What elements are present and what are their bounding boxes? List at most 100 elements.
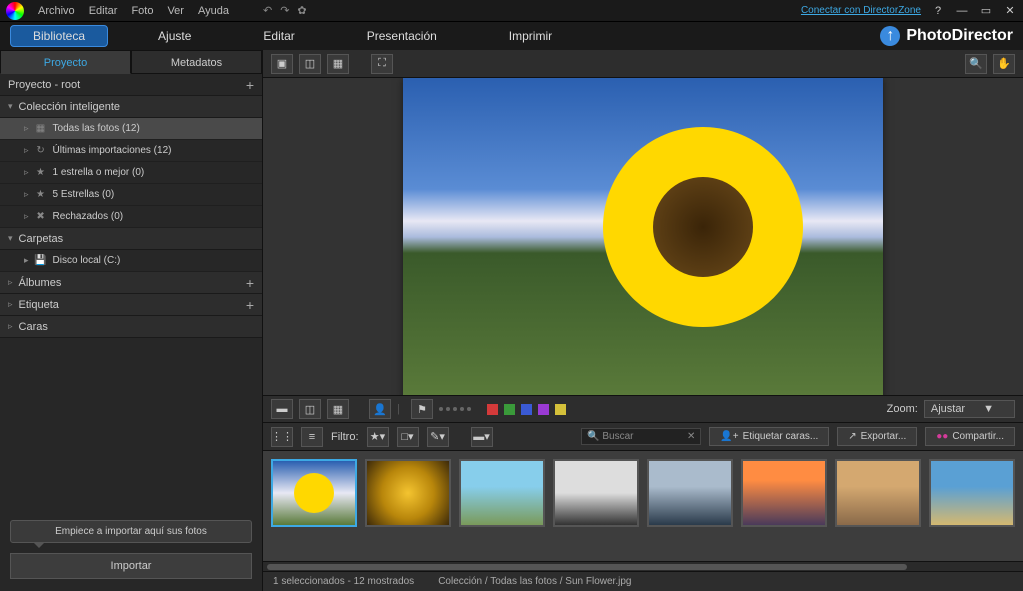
- color-label-red[interactable]: [487, 404, 498, 415]
- menu-archivo[interactable]: Archivo: [38, 5, 75, 17]
- thumbnail-6[interactable]: [741, 459, 827, 527]
- thumbnail-scrollbar[interactable]: [263, 561, 1023, 571]
- search-icon: 🔍: [587, 431, 599, 442]
- filter-star-icon[interactable]: ★▾: [367, 427, 389, 447]
- menu-ayuda[interactable]: Ayuda: [198, 5, 229, 17]
- preview-panel[interactable]: [263, 78, 1023, 395]
- star-icon: ★: [35, 167, 47, 179]
- thumbnail-5[interactable]: [647, 459, 733, 527]
- filter-flag-icon[interactable]: ✎▾: [427, 427, 449, 447]
- filter-label: Filtro:: [331, 431, 359, 443]
- undo-icon[interactable]: ↶: [263, 4, 272, 17]
- sort-icon[interactable]: ⋮⋮: [271, 427, 293, 447]
- layout-grid-icon[interactable]: ▦: [327, 399, 349, 419]
- preview-image: [403, 78, 883, 395]
- tree-item-recent-imports[interactable]: ▹ ↻ Últimas importaciones (12): [0, 140, 262, 162]
- tree-item-all-photos[interactable]: ▹ ▦ Todas las fotos (12): [0, 118, 262, 140]
- add-album-button[interactable]: +: [246, 275, 254, 291]
- section-albums[interactable]: ▹Álbumes +: [0, 272, 262, 294]
- color-label-green[interactable]: [504, 404, 515, 415]
- redo-icon[interactable]: ↷: [280, 4, 289, 17]
- tag-faces-button[interactable]: 👤+ Etiquetar caras...: [709, 427, 829, 446]
- add-project-button[interactable]: +: [246, 77, 254, 93]
- thumbnail-strip: [263, 451, 1023, 561]
- view-single-icon[interactable]: ▣: [271, 54, 293, 74]
- share-button[interactable]: ●● Compartir...: [925, 427, 1015, 446]
- layout-split-icon[interactable]: ◫: [299, 399, 321, 419]
- minimize-icon[interactable]: —: [955, 4, 969, 18]
- person-plus-icon: 👤+: [720, 431, 738, 442]
- sort-list-icon[interactable]: ≡: [301, 427, 323, 447]
- maximize-icon[interactable]: ▭: [979, 4, 993, 18]
- export-button[interactable]: ↗ Exportar...: [837, 427, 917, 446]
- face-tag-icon[interactable]: 👤: [369, 399, 391, 419]
- section-tag[interactable]: ▹Etiqueta +: [0, 294, 262, 316]
- view-split-icon[interactable]: ◫: [299, 54, 321, 74]
- module-adjust[interactable]: Ajuste: [136, 26, 213, 46]
- color-label-yellow[interactable]: [555, 404, 566, 415]
- add-tag-button[interactable]: +: [246, 297, 254, 313]
- zoom-tool-icon[interactable]: 🔍: [965, 54, 987, 74]
- help-icon[interactable]: ?: [931, 4, 945, 18]
- status-selection: 1 seleccionados - 12 mostrados: [273, 576, 414, 587]
- chevron-down-icon: ▾: [8, 101, 13, 112]
- tree: ▾Colección inteligente ▹ ▦ Todas las fot…: [0, 96, 262, 508]
- search-input[interactable]: 🔍 Buscar ✕: [581, 428, 701, 445]
- import-icon: ↻: [35, 145, 47, 157]
- rating-toolbar: ▬ ◫ ▦ 👤 | ⚑ Zoom: Ajustar▼: [263, 395, 1023, 423]
- thumbnail-4[interactable]: [553, 459, 639, 527]
- view-fullscreen-icon[interactable]: ⛶: [371, 54, 393, 74]
- module-present[interactable]: Presentación: [345, 26, 459, 46]
- module-print[interactable]: Imprimir: [487, 26, 574, 46]
- hand-tool-icon[interactable]: ✋: [993, 54, 1015, 74]
- thumbnail-7[interactable]: [835, 459, 921, 527]
- module-library[interactable]: Biblioteca: [10, 25, 108, 47]
- color-label-purple[interactable]: [538, 404, 549, 415]
- tree-item-local-disk[interactable]: ▸ 💾 Disco local (C:): [0, 250, 262, 272]
- layout-single-icon[interactable]: ▬: [271, 399, 293, 419]
- sidebar: Proyecto Metadatos Proyecto - root + ▾Co…: [0, 50, 263, 591]
- tab-proyecto[interactable]: Proyecto: [0, 50, 131, 74]
- export-icon: ↗: [848, 431, 856, 442]
- tree-item-rejected[interactable]: ▹ ✖ Rechazados (0): [0, 206, 262, 228]
- filter-label-icon[interactable]: □▾: [397, 427, 419, 447]
- clear-search-icon[interactable]: ✕: [687, 431, 695, 442]
- import-button[interactable]: Importar: [10, 553, 252, 579]
- thumbnail-1[interactable]: [271, 459, 357, 527]
- view-grid-icon[interactable]: ▦: [327, 54, 349, 74]
- module-edit[interactable]: Editar: [241, 26, 316, 46]
- section-faces[interactable]: ▹Caras: [0, 316, 262, 338]
- gear-icon[interactable]: ✿: [297, 4, 306, 17]
- close-icon[interactable]: ✕: [1003, 4, 1017, 18]
- scrollbar-thumb[interactable]: [267, 564, 907, 570]
- rating-stars[interactable]: [439, 407, 471, 411]
- filter-stack-icon[interactable]: ▬▾: [471, 427, 493, 447]
- disk-icon: 💾: [35, 255, 47, 267]
- section-folders[interactable]: ▾Carpetas: [0, 228, 262, 250]
- import-hint-tooltip: Empiece a importar aquí sus fotos: [10, 520, 252, 543]
- tree-item-five-stars[interactable]: ▹ ★ 5 Estrellas (0): [0, 184, 262, 206]
- tab-metadatos[interactable]: Metadatos: [131, 50, 262, 74]
- menu-ver[interactable]: Ver: [167, 5, 184, 17]
- brand-text: PhotoDirector: [906, 27, 1013, 45]
- chevron-right-icon: ▹: [24, 189, 29, 200]
- status-bar: 1 seleccionados - 12 mostrados Colección…: [263, 571, 1023, 591]
- flag-icon[interactable]: ⚑: [411, 399, 433, 419]
- project-header: Proyecto - root +: [0, 74, 262, 96]
- menu-editar[interactable]: Editar: [89, 5, 118, 17]
- connect-directorzone-link[interactable]: Conectar con DirectorZone: [801, 5, 921, 16]
- view-toolbar: ▣ ◫ ▦ ⛶ 🔍 ✋: [263, 50, 1023, 78]
- thumbnail-2[interactable]: [365, 459, 451, 527]
- photos-icon: ▦: [35, 123, 47, 135]
- section-smart-collection[interactable]: ▾Colección inteligente: [0, 96, 262, 118]
- tree-item-one-star[interactable]: ▹ ★ 1 estrella o mejor (0): [0, 162, 262, 184]
- zoom-select[interactable]: Ajustar▼: [924, 400, 1015, 418]
- chevron-down-icon: ▾: [8, 233, 13, 244]
- chevron-right-icon: ▹: [8, 321, 13, 332]
- thumbnail-8[interactable]: [929, 459, 1015, 527]
- color-label-blue[interactable]: [521, 404, 532, 415]
- menu-foto[interactable]: Foto: [131, 5, 153, 17]
- thumbnail-3[interactable]: [459, 459, 545, 527]
- chevron-right-icon: ▹: [8, 299, 13, 310]
- chevron-right-icon: ▹: [24, 211, 29, 222]
